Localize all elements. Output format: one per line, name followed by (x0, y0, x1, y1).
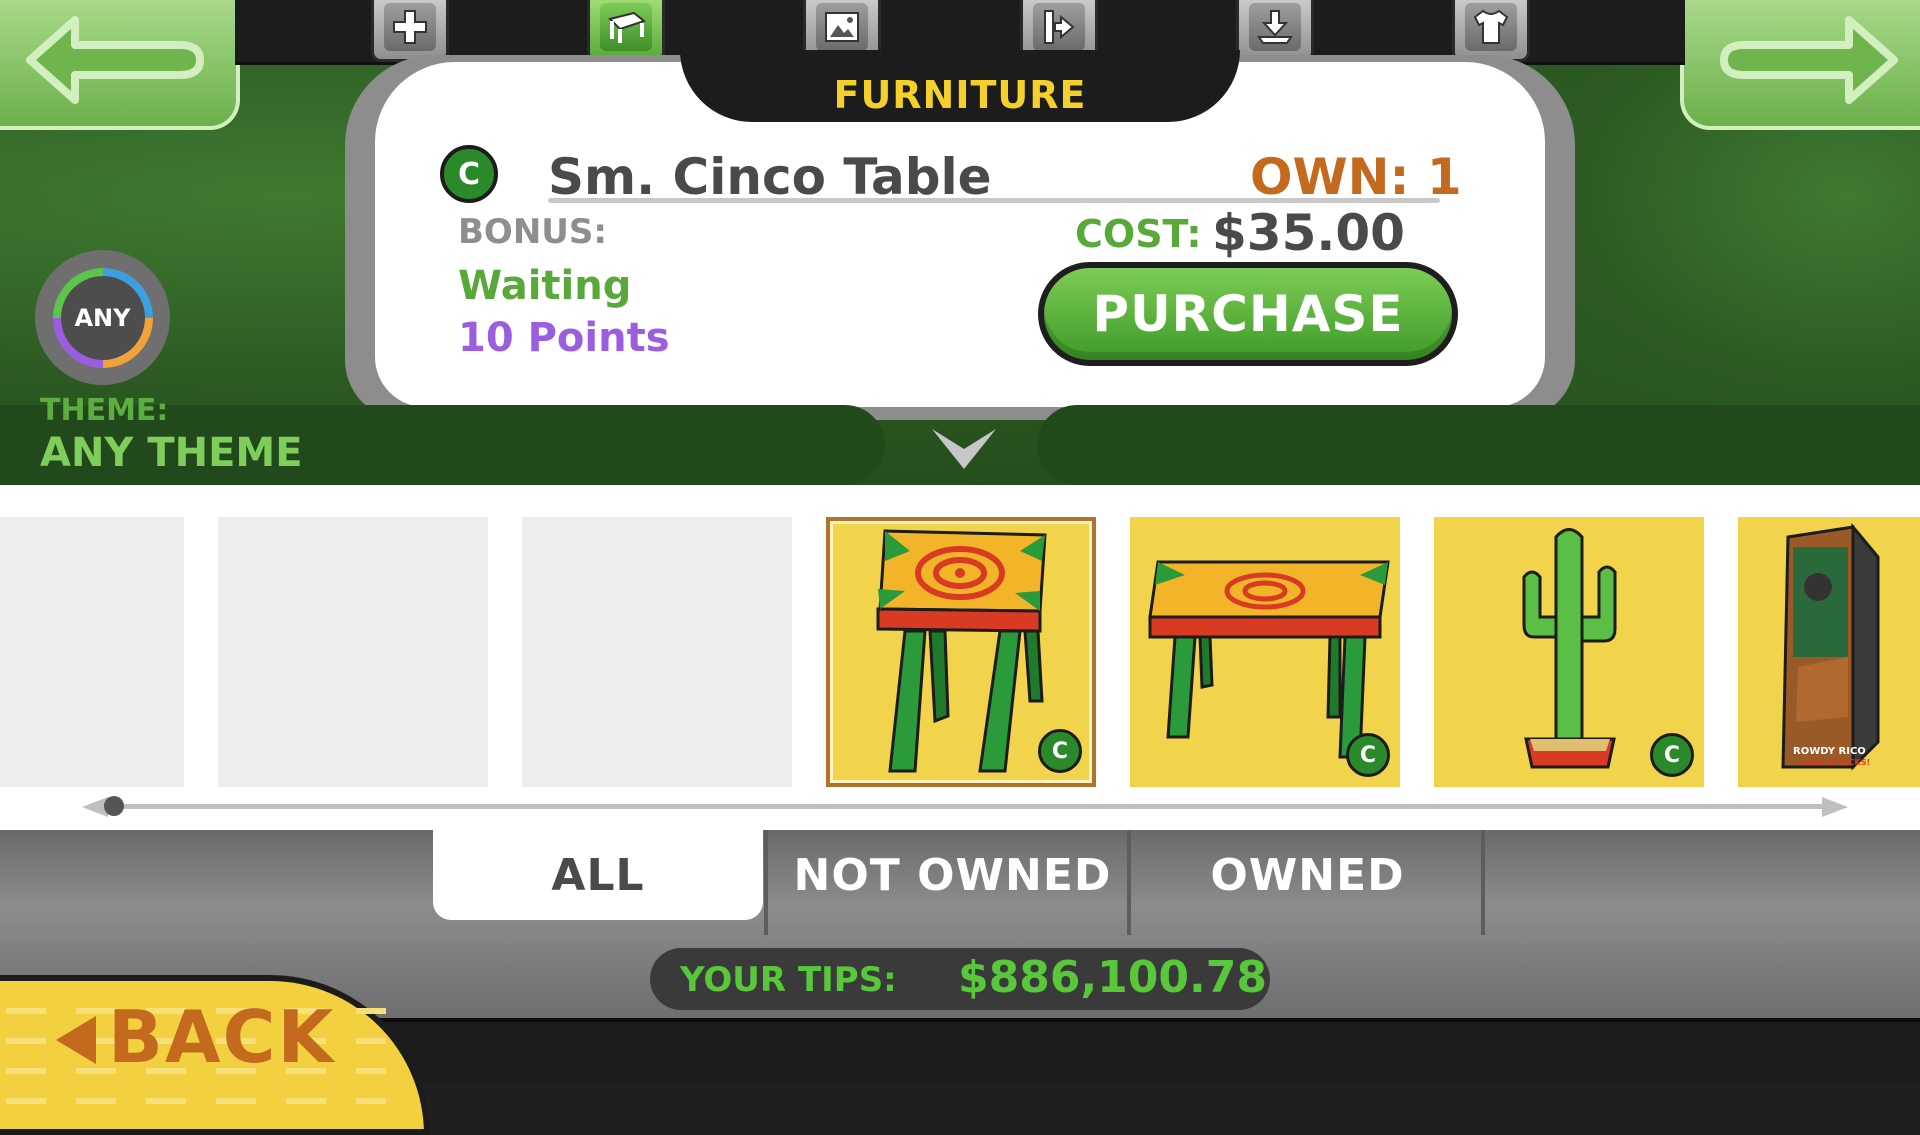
theme-value: ANY THEME (40, 430, 303, 476)
catalog-item-small-cinco-table[interactable]: C (826, 517, 1096, 787)
catalog-slot-empty (522, 517, 792, 787)
panel-lower-right-band (1037, 405, 1920, 485)
bonus-status: Waiting (458, 263, 632, 309)
cinco-badge: C (1346, 733, 1390, 777)
tips-value: $886,100.78 (958, 952, 1267, 1003)
filter-separator (1481, 830, 1485, 935)
cinco-theme-badge: C (440, 145, 498, 203)
bonus-label: BONUS: (458, 212, 607, 252)
filter-tab-owned[interactable]: OWNED (1130, 830, 1485, 920)
tab-floor[interactable] (1236, 0, 1314, 62)
category-title-box: FURNITURE (680, 50, 1240, 122)
catalog-slot-empty (0, 517, 184, 787)
catalog-item-cactus[interactable]: C (1434, 517, 1704, 787)
scroll-right-arrow-icon[interactable] (1820, 795, 1850, 819)
tab-clothing[interactable] (1452, 0, 1530, 62)
arrow-right-icon (1720, 16, 1898, 104)
theme-ring-label: ANY (60, 275, 145, 360)
tab-furniture[interactable] (587, 0, 665, 62)
filter-tab-not-owned[interactable]: NOT OWNED (775, 830, 1130, 920)
download-floor-icon (1257, 10, 1293, 44)
back-label: BACK (108, 995, 336, 1079)
table-icon (608, 11, 647, 43)
chevron-down-icon (932, 429, 996, 469)
cinco-badge: C (1650, 733, 1694, 777)
arcade-cabinet-icon: ROWDY RICO CHILI ATTACKS! (1781, 522, 1880, 771)
cinco-badge: C (1038, 729, 1082, 773)
next-category-button[interactable] (1680, 0, 1920, 130)
catalog-scrollbar[interactable] (110, 804, 1840, 809)
picture-icon (825, 12, 859, 42)
purchase-button[interactable]: PURCHASE (1038, 262, 1458, 366)
tab-add[interactable] (371, 0, 449, 62)
previous-category-button[interactable] (0, 0, 240, 130)
filter-separator (764, 830, 768, 935)
plus-icon (393, 10, 427, 44)
catalog-slot-empty (218, 517, 488, 787)
catalog-item-cinco-table[interactable]: C (1130, 517, 1400, 787)
tips-label: YOUR TIPS: (680, 960, 897, 1000)
cost-value: $35.00 (1212, 204, 1405, 262)
back-arrow-icon (56, 1016, 96, 1064)
arcade-title-text: ROWDY RICO (1793, 746, 1866, 757)
catalog-item-rowdy-rico-arcade[interactable]: ROWDY RICO CHILI ATTACKS! (1738, 517, 1920, 787)
theme-label: THEME: (40, 393, 169, 428)
arrow-left-icon (26, 16, 204, 104)
divider (548, 198, 1440, 203)
door-exit-icon (1044, 10, 1075, 44)
arcade-subtitle-text: CHILI ATTACKS! (1800, 758, 1870, 767)
theme-selector-button[interactable]: ANY (35, 250, 170, 385)
scrollbar-thumb[interactable] (104, 796, 124, 816)
bonus-points: 10 Points (458, 315, 670, 361)
shirt-icon (1473, 9, 1509, 44)
filter-tab-all[interactable]: ALL (433, 830, 763, 920)
category-title: FURNITURE (833, 73, 1087, 117)
cost-label: COST: (1075, 212, 1202, 256)
